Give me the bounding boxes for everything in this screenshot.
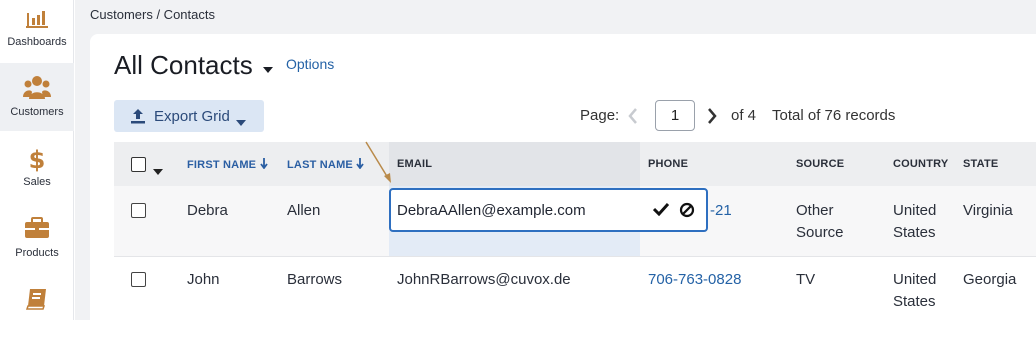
total-records: Total of 76 records — [772, 107, 896, 124]
export-grid-button[interactable]: Export Grid — [114, 100, 264, 132]
column-header-last-name[interactable]: LAST NAME — [287, 158, 364, 171]
cancel-icon[interactable] — [679, 202, 695, 223]
sidebar-item-label: Dashboards — [7, 36, 67, 48]
page-count: of 4 — [731, 107, 757, 124]
state-cell[interactable]: Georgia — [963, 269, 1016, 291]
page-label: Page: — [580, 107, 620, 124]
sort-down-icon — [259, 158, 268, 170]
email-edit-field[interactable]: DebraAAllen@example.com — [389, 188, 708, 232]
state-cell[interactable]: Virginia — [963, 200, 1013, 222]
last-name-cell[interactable]: Barrows — [287, 269, 342, 291]
email-edit-value[interactable]: DebraAAllen@example.com — [397, 202, 586, 219]
breadcrumb: Customers / Contacts — [90, 7, 215, 22]
source-cell[interactable]: TV — [796, 269, 866, 291]
sidebar-item-label: Products — [15, 247, 59, 259]
sidebar-item-label: Sales — [23, 176, 51, 188]
checkmark-icon[interactable] — [652, 202, 670, 221]
page-number-input[interactable]: 1 — [655, 100, 695, 131]
source-cell[interactable]: Other Source — [796, 200, 866, 244]
upload-icon — [130, 108, 146, 129]
column-header-email[interactable]: EMAIL — [397, 158, 432, 170]
chevron-right-icon[interactable] — [707, 108, 717, 129]
chevron-left-icon[interactable] — [628, 108, 638, 129]
sidebar-item-sales[interactable]: $ Sales — [0, 133, 74, 201]
column-header-phone[interactable]: PHONE — [648, 158, 688, 170]
row-checkbox[interactable] — [131, 272, 146, 287]
phone-cell[interactable]: 706-763-0828 — [648, 269, 741, 291]
column-header-state[interactable]: STATE — [963, 158, 998, 170]
column-header-source[interactable]: SOURCE — [796, 158, 844, 170]
phone-cell[interactable]: -21 — [710, 200, 732, 222]
caret-down-icon[interactable] — [262, 61, 274, 79]
dollar-icon: $ — [0, 145, 74, 173]
export-grid-label: Export Grid — [154, 108, 230, 125]
sidebar-nav: Dashboards Customers $ Sales Products — [0, 0, 74, 320]
caret-down-icon — [236, 113, 246, 131]
country-cell[interactable]: United States — [893, 200, 963, 244]
annotation-arrow-icon — [360, 140, 396, 191]
sidebar-item-products[interactable]: Products — [0, 203, 74, 271]
briefcase-icon — [0, 217, 74, 239]
column-header-first-name[interactable]: FIRST NAME — [187, 158, 268, 171]
page-title[interactable]: All Contacts — [114, 50, 253, 81]
country-cell[interactable]: United States — [893, 269, 963, 313]
email-cell[interactable]: JohnRBarrows@cuvox.de — [397, 269, 571, 291]
select-all-checkbox[interactable] — [131, 157, 146, 172]
caret-down-icon[interactable] — [153, 162, 163, 180]
book-icon — [0, 287, 74, 311]
first-name-cell[interactable]: Debra — [187, 200, 228, 222]
last-name-cell[interactable]: Allen — [287, 200, 320, 222]
sidebar-item-customers[interactable]: Customers — [0, 63, 74, 131]
svg-text:$: $ — [29, 146, 45, 173]
sidebar-item-dashboards[interactable]: Dashboards — [0, 0, 74, 68]
column-header-country[interactable]: COUNTRY — [893, 158, 948, 170]
sidebar-item-label: Customers — [10, 106, 64, 118]
first-name-cell[interactable]: John — [187, 269, 220, 291]
options-link[interactable]: Options — [286, 56, 334, 72]
bar-chart-icon — [0, 8, 74, 28]
people-icon — [0, 75, 74, 99]
sidebar-item-book[interactable] — [0, 273, 74, 320]
row-checkbox[interactable] — [131, 203, 146, 218]
